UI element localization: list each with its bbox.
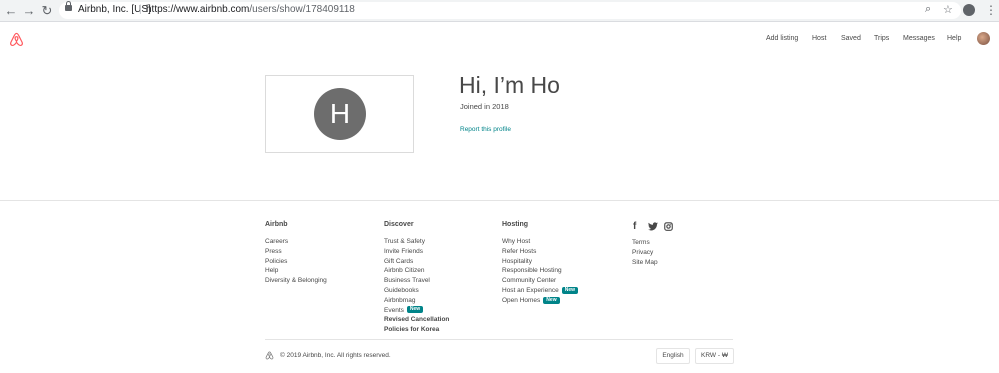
reload-icon[interactable]: ↻ [40, 4, 54, 18]
footer-link-airbnb-citizen[interactable]: Airbnb Citizen [384, 266, 449, 276]
footer-link-press[interactable]: Press [265, 247, 327, 257]
revised-line-1: Revised Cancellation [384, 316, 450, 324]
footer-col-discover: Discover Trust & Safety Invite Friends G… [384, 221, 449, 335]
footer-link-site-map[interactable]: Site Map [632, 258, 658, 268]
footer-link-help[interactable]: Help [265, 266, 327, 276]
nav-add-listing[interactable]: Add listing [766, 35, 798, 42]
footer-link-business-travel[interactable]: Business Travel [384, 276, 449, 286]
footer-col-title: Airbnb [265, 221, 288, 228]
user-avatar[interactable] [977, 32, 990, 45]
browser-profile-icon[interactable] [963, 4, 975, 16]
host-experience-label: Host an Experience [502, 286, 559, 294]
footer-link-refer-hosts[interactable]: Refer Hosts [502, 247, 578, 257]
new-badge: New [561, 286, 579, 294]
footer-link-revised-cancellation[interactable]: Revised Cancellation Policies for Korea [384, 315, 449, 335]
nav-saved[interactable]: Saved [841, 35, 861, 42]
currency-selector[interactable]: KRW - ₩ [695, 348, 734, 364]
footer-link-airbnbmag[interactable]: Airbnbmag [384, 296, 449, 306]
footer-col-title: Discover [384, 221, 414, 228]
instagram-icon[interactable] [664, 222, 673, 231]
language-selector[interactable]: English [656, 348, 690, 364]
twitter-icon[interactable] [648, 222, 658, 231]
forward-arrow-icon[interactable]: → [22, 4, 36, 18]
nav-host[interactable]: Host [812, 35, 826, 42]
site-header: Add listing Host Saved Trips Messages He… [0, 22, 999, 58]
open-homes-label: Open Homes [502, 296, 541, 304]
new-badge: New [406, 306, 424, 314]
url-text[interactable]: https://www.airbnb.com/users/show/178409… [146, 4, 355, 15]
footer-link-careers[interactable]: Careers [265, 237, 327, 247]
footer-col-hosting: Hosting Why Host Refer Hosts Hospitality… [502, 221, 579, 306]
url-host: https://www.airbnb.com [146, 4, 250, 15]
footer-link-why-host[interactable]: Why Host [502, 237, 578, 247]
footer-link-community-center[interactable]: Community Center [502, 276, 578, 286]
back-arrow-icon[interactable]: ← [4, 4, 18, 18]
page-title: Hi, I’m Ho [459, 72, 560, 98]
revised-line-2: Policies for Korea [384, 326, 440, 334]
profile-avatar: H [314, 88, 366, 140]
bookmark-star-icon[interactable]: ☆ [943, 3, 953, 16]
footer-link-open-homes[interactable]: Open Homes New [502, 296, 578, 306]
footer-link-events[interactable]: Events New [384, 306, 449, 316]
footer-divider [0, 200, 999, 201]
copyright-text: © 2019 Airbnb, Inc. All rights reserved. [280, 352, 391, 359]
browser-toolbar: ← → ↻ Airbnb, Inc. [US] | https://www.ai… [0, 0, 999, 22]
browser-menu-icon[interactable]: ⋮ [985, 3, 997, 17]
events-label: Events [384, 306, 404, 314]
footer-col-misc: Terms Privacy Site Map [632, 238, 658, 267]
footer-link-host-experience[interactable]: Host an Experience New [502, 286, 579, 296]
airbnb-logo-icon[interactable] [9, 32, 24, 47]
address-bar[interactable]: Airbnb, Inc. [US] | https://www.airbnb.c… [59, 1, 961, 19]
lock-icon [65, 1, 72, 11]
omnibox-separator: | [139, 4, 142, 15]
footer-bottom-divider [265, 339, 733, 340]
profile-photo-card: H [265, 75, 414, 153]
footer-col-title: Hosting [502, 221, 529, 228]
report-profile-link[interactable]: Report this profile [460, 126, 511, 133]
footer-link-invite-friends[interactable]: Invite Friends [384, 247, 449, 257]
nav-trips[interactable]: Trips [874, 35, 889, 42]
footer-link-hospitality[interactable]: Hospitality [502, 257, 578, 267]
new-badge: New [543, 296, 560, 304]
footer-link-trust-safety[interactable]: Trust & Safety [384, 237, 449, 247]
airbnb-small-logo-icon [265, 351, 274, 360]
footer-link-policies[interactable]: Policies [265, 257, 327, 267]
footer-link-gift-cards[interactable]: Gift Cards [384, 257, 449, 267]
footer-link-diversity[interactable]: Diversity & Belonging [265, 276, 327, 286]
nav-messages[interactable]: Messages [903, 35, 935, 42]
footer-link-terms[interactable]: Terms [632, 238, 658, 248]
nav-help[interactable]: Help [947, 35, 961, 42]
footer-link-responsible-hosting[interactable]: Responsible Hosting [502, 266, 578, 276]
facebook-icon[interactable]: f [633, 221, 636, 232]
footer-link-guidebooks[interactable]: Guidebooks [384, 286, 449, 296]
zoom-icon[interactable]: ⌕ [925, 3, 931, 16]
url-path: /users/show/178409118 [249, 4, 355, 15]
joined-date: Joined in 2018 [460, 102, 509, 111]
footer-col-airbnb: Airbnb Careers Press Policies Help Diver… [265, 221, 327, 286]
footer-link-privacy[interactable]: Privacy [632, 248, 658, 258]
